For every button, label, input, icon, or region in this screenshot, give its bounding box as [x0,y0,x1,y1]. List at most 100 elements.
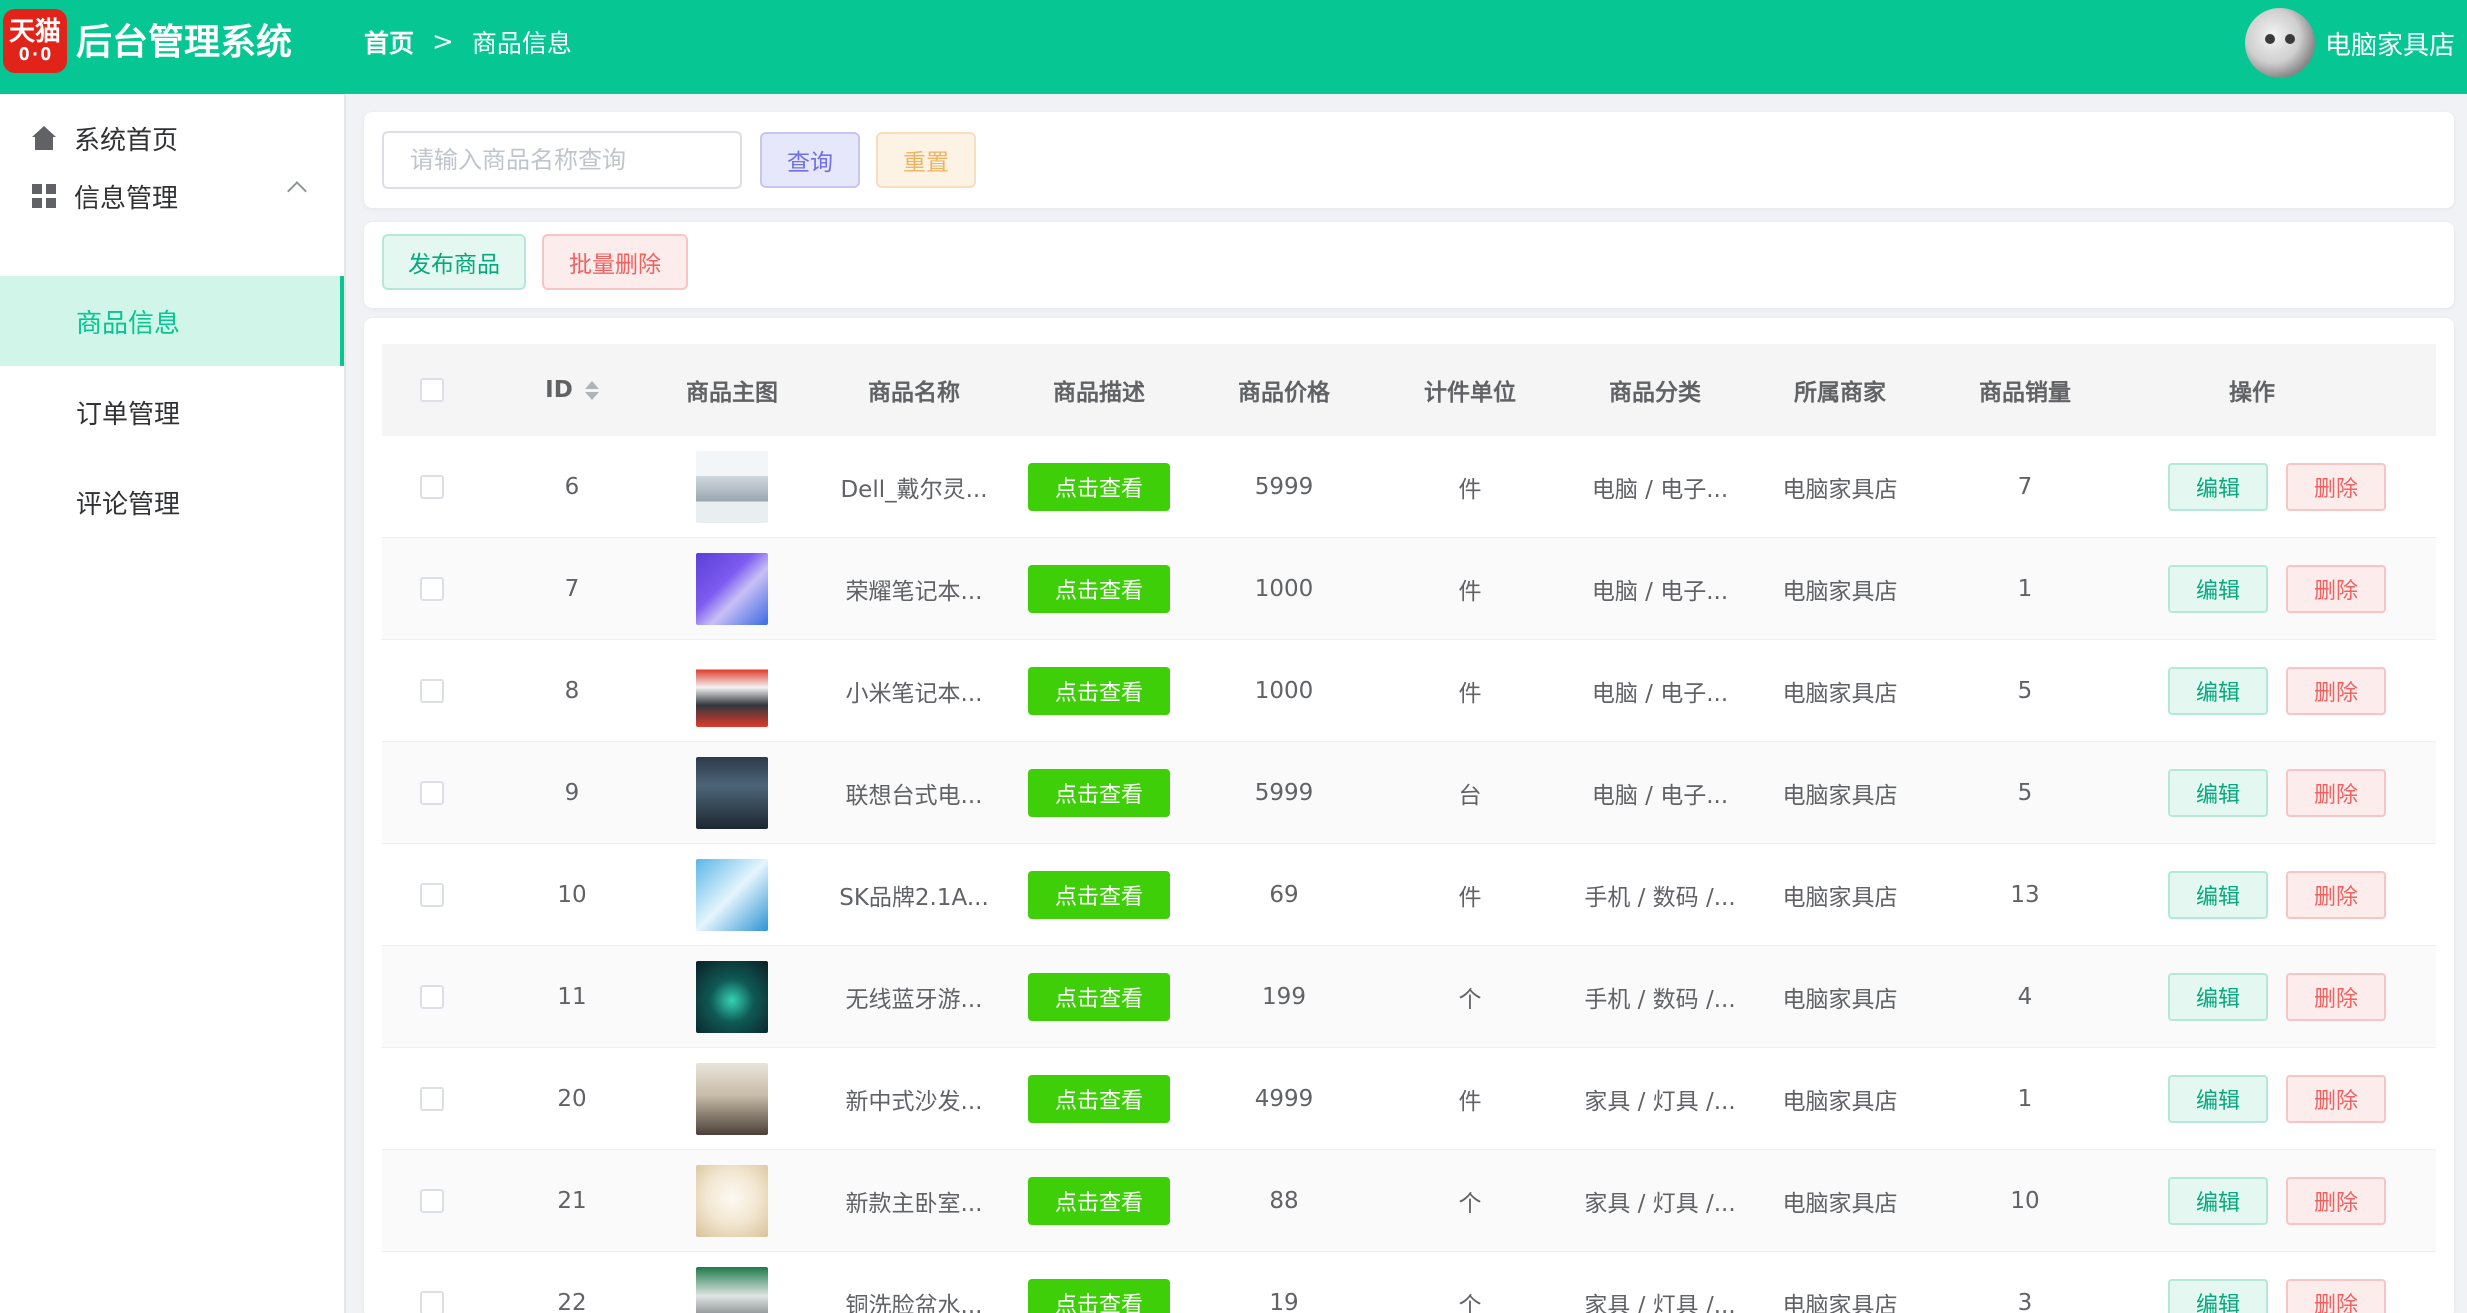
search-input[interactable] [382,131,742,189]
sort-icon[interactable] [584,380,599,400]
cell-image [652,742,812,844]
cell-name: 铜洗脸盆水... [845,1293,983,1313]
chevron-right-icon: > [432,27,454,57]
add-product-button[interactable]: 发布商品 [382,234,526,290]
cell-id: 6 [564,474,580,500]
cell-sales: 4 [2017,984,2033,1010]
delete-button[interactable]: 删除 [2286,463,2386,511]
delete-button[interactable]: 删除 [2286,1075,2386,1123]
product-thumbnail[interactable] [696,1165,768,1237]
product-thumbnail[interactable] [696,655,768,727]
view-description-button[interactable]: 点击查看 [1028,973,1170,1021]
edit-button[interactable]: 编辑 [2168,1279,2268,1313]
cell-unit: 台 [1458,783,1482,809]
sidebar-item-orders[interactable]: 订单管理 [0,372,344,452]
cell-desc: 点击查看 [1019,1150,1179,1252]
edit-button[interactable]: 编辑 [2168,769,2268,817]
cell-name: 无线蓝牙游... [845,987,983,1013]
user-name[interactable]: 电脑家具店 [2325,25,2455,62]
row-checkbox[interactable] [420,883,444,907]
reset-button[interactable]: 重置 [876,132,976,188]
sidebar-item-products[interactable]: 商品信息 [0,276,344,366]
row-checkbox[interactable] [420,1189,444,1213]
delete-button[interactable]: 删除 [2286,667,2386,715]
column-header-name: 商品名称 [868,380,960,406]
delete-button[interactable]: 删除 [2286,565,2386,613]
row-checkbox[interactable] [420,1087,444,1111]
product-thumbnail[interactable] [696,1063,768,1135]
query-button[interactable]: 查询 [760,132,860,188]
breadcrumb-home[interactable]: 首页 [364,24,414,60]
row-checkbox[interactable] [420,475,444,499]
column-header-sales: 商品销量 [1979,380,2071,406]
cell-name: 小米笔记本... [845,681,983,707]
cell-sales: 1 [2017,1086,2033,1112]
cell-desc: 点击查看 [1019,640,1179,742]
user-menu[interactable]: 电脑家具店 [2244,6,2455,80]
view-description-button[interactable]: 点击查看 [1028,667,1170,715]
avatar[interactable] [2244,8,2315,78]
select-all-checkbox[interactable] [420,378,444,402]
cell-name: 新中式沙发... [845,1089,983,1115]
delete-button[interactable]: 删除 [2286,973,2386,1021]
product-thumbnail[interactable] [696,961,768,1033]
batch-delete-button[interactable]: 批量删除 [542,234,688,290]
cell-image [652,640,812,742]
cell-merchant: 电脑家具店 [1782,1191,1898,1217]
view-description-button[interactable]: 点击查看 [1028,1075,1170,1123]
column-header-id[interactable]: ID [502,344,642,436]
view-description-button[interactable]: 点击查看 [1028,769,1170,817]
cell-price: 1000 [1254,678,1314,704]
cell-merchant: 电脑家具店 [1782,681,1898,707]
view-description-button[interactable]: 点击查看 [1028,463,1170,511]
table-row: 9 联想台式电... 点击查看 5999 台 电脑 / 电子... 电脑家具店 5 编辑 删除 [382,742,2436,844]
cell-image [652,436,812,538]
edit-button[interactable]: 编辑 [2168,973,2268,1021]
edit-button[interactable]: 编辑 [2168,1177,2268,1225]
cell-merchant: 电脑家具店 [1782,1089,1898,1115]
cell-desc: 点击查看 [1019,844,1179,946]
row-checkbox[interactable] [420,679,444,703]
grid-icon [30,184,58,208]
cell-id: 7 [564,576,580,602]
view-description-button[interactable]: 点击查看 [1028,1177,1170,1225]
product-thumbnail[interactable] [696,1267,768,1313]
edit-button[interactable]: 编辑 [2168,871,2268,919]
action-panel: 发布商品 批量删除 [364,222,2454,308]
cell-price: 199 [1262,984,1306,1010]
cell-id: 21 [557,1188,587,1214]
edit-button[interactable]: 编辑 [2168,463,2268,511]
edit-button[interactable]: 编辑 [2168,667,2268,715]
column-header-price: 商品价格 [1238,380,1330,406]
product-thumbnail[interactable] [696,451,768,523]
sidebar-item-info-management[interactable]: 信息管理 [0,156,344,236]
edit-button[interactable]: 编辑 [2168,1075,2268,1123]
cell-sales: 7 [2017,474,2033,500]
delete-button[interactable]: 删除 [2286,1177,2386,1225]
sidebar-item-label: 订单管理 [76,399,181,430]
view-description-button[interactable]: 点击查看 [1028,565,1170,613]
product-thumbnail[interactable] [696,757,768,829]
cell-desc: 点击查看 [1019,1252,1179,1313]
sidebar-item-comments[interactable]: 评论管理 [0,462,344,542]
delete-button[interactable]: 删除 [2286,871,2386,919]
view-description-button[interactable]: 点击查看 [1028,1279,1170,1313]
row-checkbox[interactable] [420,985,444,1009]
row-checkbox[interactable] [420,781,444,805]
tmall-logo: 天猫 O·O [3,9,67,73]
cell-sales: 10 [2010,1188,2040,1214]
delete-button[interactable]: 删除 [2286,769,2386,817]
cell-unit: 个 [1458,1293,1482,1313]
row-checkbox[interactable] [420,577,444,601]
cell-sales: 13 [2010,882,2040,908]
table-row: 21 新款主卧室... 点击查看 88 个 家具 / 灯具 /... 电脑家具店 10 编辑 删除 [382,1150,2436,1252]
view-description-button[interactable]: 点击查看 [1028,871,1170,919]
product-thumbnail[interactable] [696,553,768,625]
cell-name: 新款主卧室... [845,1191,983,1217]
edit-button[interactable]: 编辑 [2168,565,2268,613]
delete-button[interactable]: 删除 [2286,1279,2386,1313]
cell-sales: 5 [2017,678,2033,704]
product-thumbnail[interactable] [696,859,768,931]
row-checkbox[interactable] [420,1291,444,1313]
sidebar: 系统首页 信息管理 商品信息 订单管理 评论管理 [0,94,346,1313]
